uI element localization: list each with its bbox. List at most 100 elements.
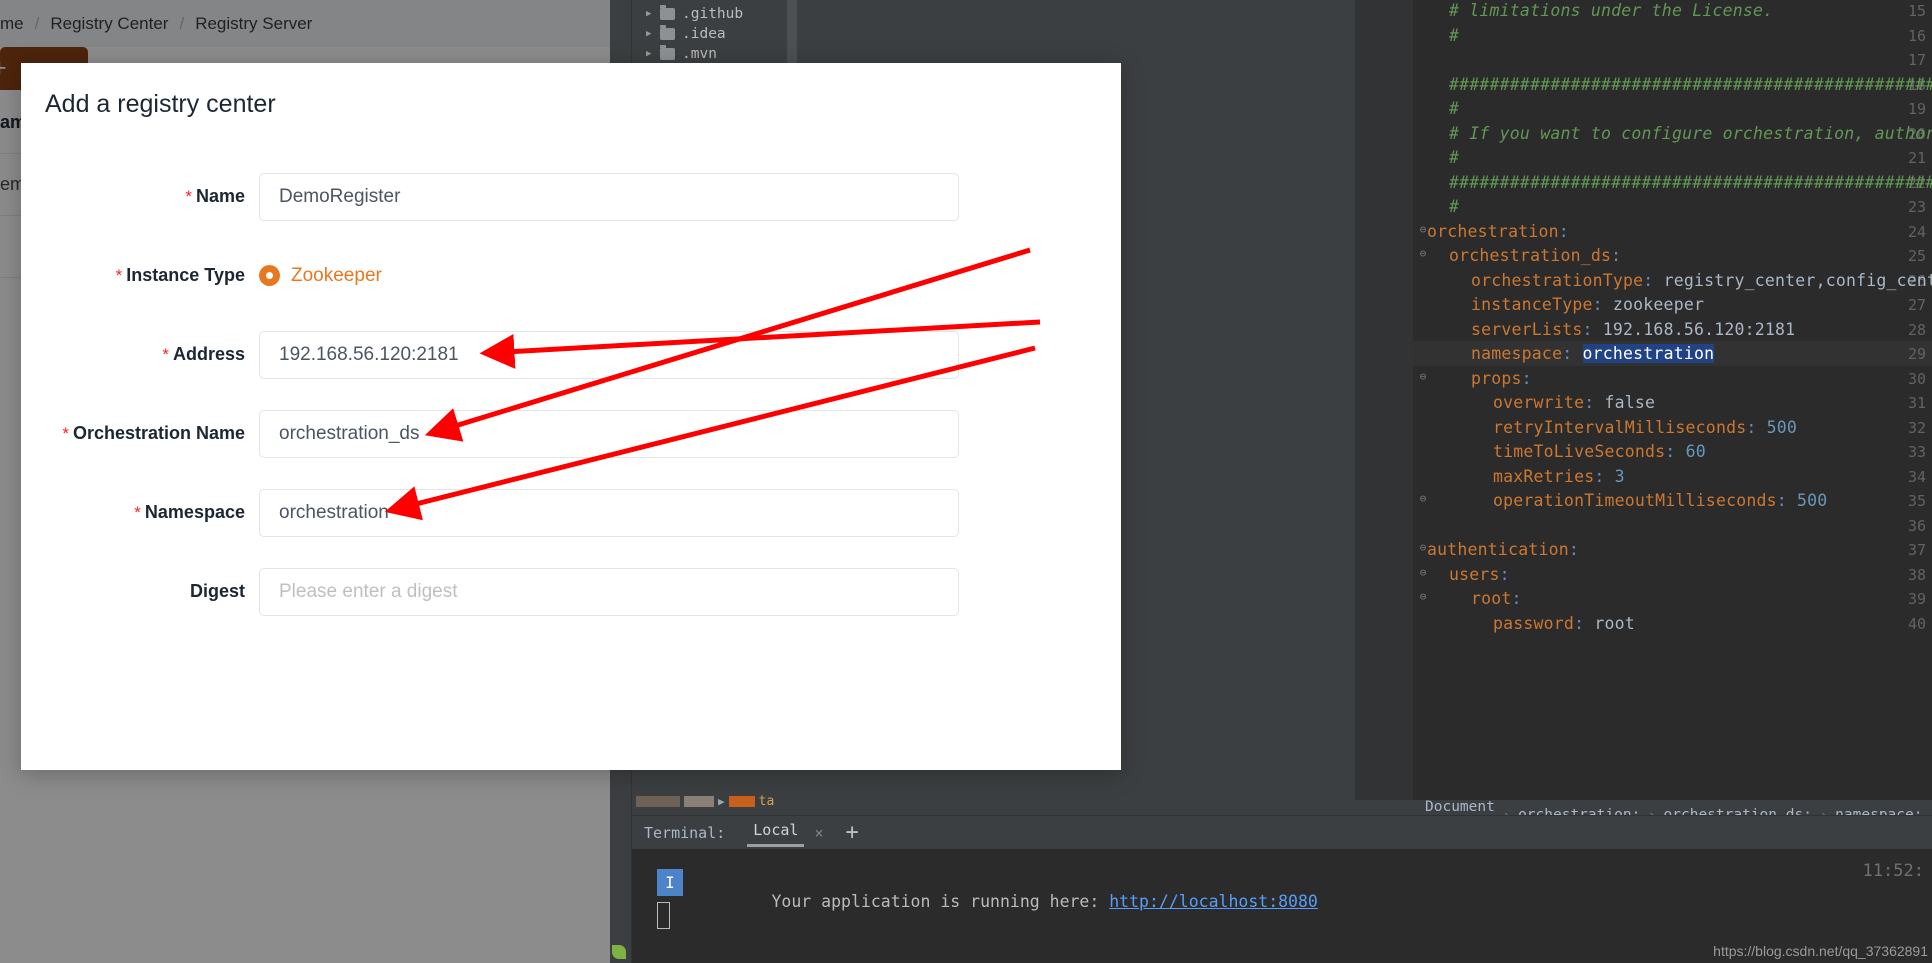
line-number: 29 [1907,345,1926,363]
terminal-output-line: Your application is running here: http:/… [692,873,1318,930]
input-name[interactable]: DemoRegister [259,172,959,221]
input-address[interactable]: 192.168.56.120:2181 [259,330,959,379]
localhost-link[interactable]: http://localhost:8080 [1109,892,1318,911]
form-control: orchestration [259,488,1121,537]
form-label-text: Name [195,186,245,206]
terminal-clock: 11:52: [1862,861,1924,881]
line-number: 28 [1907,320,1926,339]
input-digest[interactable]: Please enter a digest [259,567,959,616]
caret-right-icon[interactable]: ▶ [718,795,725,808]
tree-node[interactable]: ▶ .mvn [646,44,717,64]
code-line[interactable]: operationTimeoutMilliseconds: 500 [1493,491,1827,510]
form-control: 192.168.56.120:2181 [259,330,1121,379]
folder-icon [660,5,675,20]
editor-gutter[interactable] [1355,0,1413,800]
form-label-namespace: * Namespace [21,502,259,523]
code-line[interactable]: # [1449,148,1459,167]
tree-node-label: .idea [682,26,726,42]
yaml-colon: : [1568,540,1580,559]
code-line[interactable]: # [1449,99,1459,118]
code-line[interactable]: orchestration_ds: [1449,246,1621,265]
input-namespace[interactable]: orchestration [259,488,959,537]
fold-toggle-icon[interactable]: ⊖ [1417,493,1429,505]
code-comment: ########################################… [1449,74,1932,94]
form-label-name: * Name [21,186,259,207]
yaml-key: maxRetries [1493,466,1595,486]
code-comment: # [1449,25,1460,45]
code-line[interactable]: props: [1471,369,1532,388]
jrebel-leaf-icon [612,945,626,959]
code-editor[interactable]: 15 # limitations under the License. 16 #17 1… [1355,0,1932,800]
code-line[interactable]: serverLists: 192.168.56.120:2181 [1471,320,1795,339]
line-number: 39 [1907,590,1926,608]
yaml-colon: : [1643,270,1654,290]
line-number: 27 [1907,296,1926,314]
code-line[interactable]: # limitations under the License. [1449,1,1773,20]
code-line[interactable]: ########################################… [1449,173,1932,192]
caret-right-icon[interactable]: ▶ [646,9,660,19]
code-line[interactable]: overwrite: false [1493,393,1655,412]
code-line[interactable]: instanceType: zookeeper [1471,295,1704,314]
structure-block [684,795,714,807]
dialog-header: Add a registry center [21,63,1121,145]
code-comment: # [1449,197,1460,216]
tab-active-underline [747,843,805,847]
add-terminal-icon[interactable]: + [845,820,858,845]
code-line[interactable]: ########################################… [1449,75,1932,94]
fold-toggle-icon[interactable]: ⊖ [1417,248,1429,260]
code-comment: # [1449,148,1460,167]
code-line[interactable]: namespace: orchestration [1471,344,1715,363]
yaml-value: 500 [1797,491,1828,510]
radio-label-zookeeper[interactable]: Zookeeper [291,265,382,287]
code-line[interactable]: root: [1471,589,1522,608]
yaml-key: serverLists [1471,319,1583,339]
form-label-instance-type: * Instance Type [21,265,259,286]
code-line[interactable]: maxRetries: 3 [1493,467,1625,486]
close-icon[interactable]: × [814,824,823,842]
fold-toggle-icon[interactable]: ⊖ [1417,370,1429,383]
line-number: 31 [1907,394,1926,412]
code-line[interactable]: retryIntervalMilliseconds: 500 [1493,418,1797,437]
yaml-key: props [1471,368,1522,388]
code-line[interactable]: timeToLiveSeconds: 60 [1493,442,1706,461]
yaml-value-selected: orchestration [1582,344,1715,363]
yaml-key: orchestrationType [1471,270,1644,290]
line-number: 25 [1907,247,1926,265]
tree-node-label: .github [682,6,744,22]
line-number: 24 [1907,222,1926,241]
form-row-instance-type: * Instance Type Zookeeper [21,236,1121,315]
code-line[interactable]: # [1449,26,1459,45]
yaml-key: operationTimeoutMilliseconds [1493,491,1777,510]
instance-type-radio-group[interactable]: Zookeeper [259,265,1121,287]
terminal-tab-local[interactable]: Local [747,821,805,847]
add-registry-center-dialog[interactable]: Add a registry center * Name DemoRegister *… [21,63,1121,770]
code-line[interactable]: # [1449,197,1459,216]
terminal-output[interactable]: I Your application is running here: http… [632,849,1932,963]
required-marker: * [162,345,169,364]
terminal-tab-bar: Terminal: Local × + [632,815,1932,849]
code-line[interactable]: orchestrationType: registry_center,confi… [1471,271,1932,290]
code-line[interactable]: # If you want to configure orchestration… [1449,124,1932,143]
line-number: 19 [1907,100,1926,118]
caret-right-icon[interactable]: ▶ [646,49,660,59]
yaml-value: 192.168.56.120:2181 [1602,319,1796,339]
form-row-digest: Digest Please enter a digest [21,552,1121,631]
fold-toggle-icon[interactable]: ⊖ [1417,591,1429,603]
code-line[interactable]: authentication: [1427,540,1579,559]
yaml-colon: : [1665,442,1676,461]
code-line[interactable]: users: [1449,565,1510,584]
code-line[interactable]: password: root [1493,614,1635,633]
yaml-value: registry_center,config_center,distribute… [1663,270,1932,290]
code-line[interactable]: orchestration: [1427,222,1569,241]
code-comment: # [1449,99,1460,118]
fold-toggle-icon[interactable]: ⊖ [1417,566,1429,579]
input-orchestration-name[interactable]: orchestration_ds [259,409,959,458]
tree-node[interactable]: ▶ .idea [646,24,726,44]
structure-label: ta [758,793,775,809]
yaml-key: users [1449,564,1500,584]
radio-selected-icon[interactable] [259,265,280,286]
line-number: 30 [1907,369,1926,388]
caret-right-icon[interactable]: ▶ [646,29,660,39]
yaml-colon: : [1499,564,1510,584]
tree-node[interactable]: ▶ .github [646,4,743,24]
